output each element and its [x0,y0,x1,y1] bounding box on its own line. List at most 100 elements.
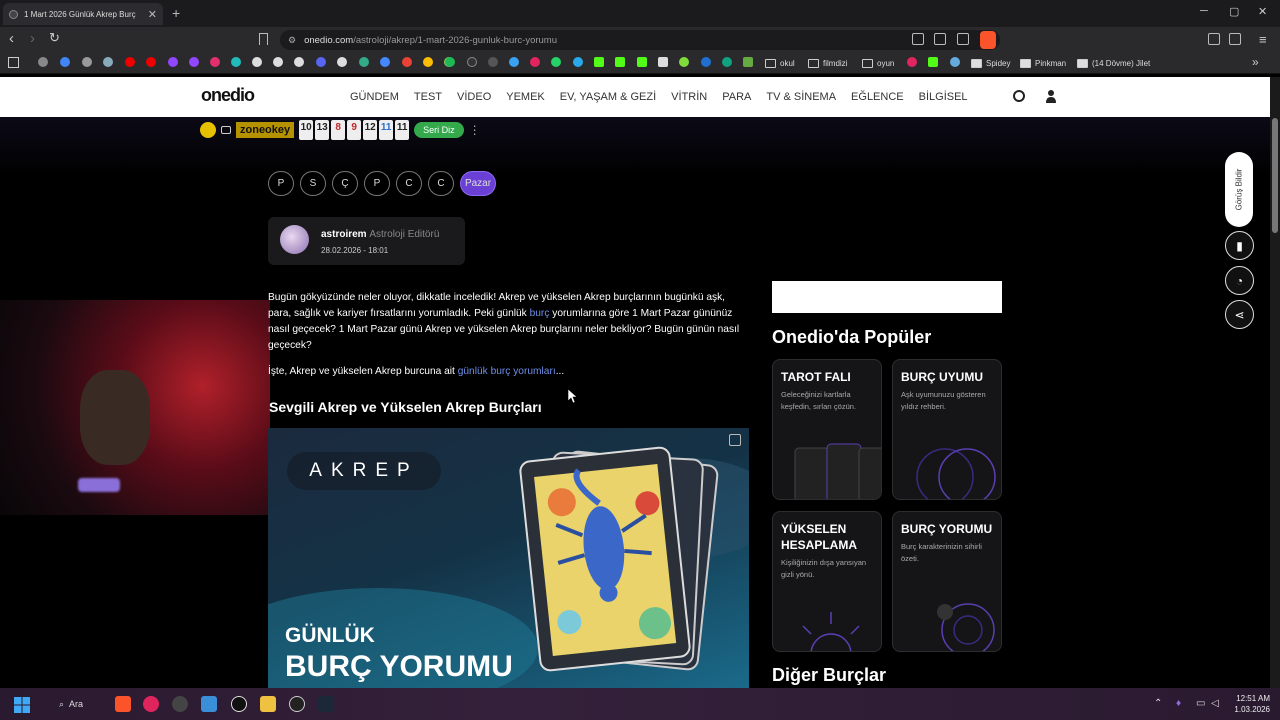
nav-test[interactable]: TEST [414,91,442,103]
tarot-card[interactable]: TAROT FALI Geleceğinizi kartlarla keşfed… [772,359,882,500]
brave-taskbar-icon[interactable] [115,696,131,712]
bookmark-icon[interactable] [701,57,711,67]
volume-icon[interactable]: ◁ [1211,698,1219,709]
reader-icon[interactable] [934,33,946,45]
x-bookmark-icon[interactable] [252,57,262,67]
expand-icon[interactable] [729,434,741,446]
back-icon[interactable]: ‹ [9,30,14,47]
nav-vitrin[interactable]: VİTRİN [671,91,707,103]
bookmark-icon[interactable] [82,57,92,67]
bookmark-jilet[interactable]: (14 Dövme) Jilet [1077,57,1150,69]
site-info-icon[interactable]: ⚙ [288,35,296,46]
scrollbar-thumb[interactable] [1272,118,1278,233]
gemini-bookmark-icon[interactable] [103,57,113,67]
history-bookmark-icon[interactable] [38,57,48,67]
bookmark-folder-okul[interactable]: okul [765,57,795,69]
author-name[interactable]: astroirem Astroloji Editörü [321,229,439,240]
bookmark-page-icon[interactable] [259,33,268,45]
bookmark-folder-oyun[interactable]: oyun [862,57,894,69]
gmail-bookmark-icon[interactable] [402,57,412,67]
taskbar-search[interactable]: ⌕ Ara [53,695,103,713]
whatsapp-bookmark-icon[interactable] [551,57,561,67]
burc-yorumu-card[interactable]: BURÇ YORUMU Burç karakterinizin sihirli … [892,511,1002,652]
youtube-bookmark-icon[interactable] [125,57,135,67]
zone-okey-banner[interactable]: zoneokey 10 13 8 9 12 11 11 Seri Diz ⋮ [200,119,530,141]
day-pill[interactable]: C [428,171,454,196]
apps-grid-icon[interactable] [8,57,19,68]
bookmark-icon[interactable] [658,57,668,67]
nav-yemek[interactable]: YEMEK [506,91,545,103]
nav-eglence[interactable]: EĞLENCE [851,91,904,103]
nav-ev-yasam-gezi[interactable]: EV, YAŞAM & GEZİ [560,91,656,103]
taskbar-clock[interactable]: 12:51 AM 1.03.2026 [1230,693,1270,715]
twitch-bookmark-icon[interactable] [168,57,178,67]
bookmark-icon[interactable] [743,57,753,67]
yukselen-hesaplama-card[interactable]: YÜKSELEN HESAPLAMA Kişiliğinizin dışa ya… [772,511,882,652]
forward-icon[interactable]: › [30,30,35,47]
app-taskbar-icon[interactable] [172,696,188,712]
bookmark-icon[interactable] [337,57,347,67]
kick-bookmark-icon[interactable] [928,57,938,67]
reload-icon[interactable]: ↻ [49,30,60,46]
twitch-bookmark-icon[interactable] [189,57,199,67]
tiktok-bookmark-icon[interactable] [294,57,304,67]
extensions-icon[interactable] [1208,33,1220,45]
gunluk-burc-link[interactable]: günlük burç yorumları [458,366,556,377]
tray-overflow-icon[interactable]: ⌃ [1154,698,1162,709]
nav-video[interactable]: VİDEO [457,91,491,103]
nav-para[interactable]: PARA [722,91,751,103]
bookmark-folder-filmdizi[interactable]: filmdizi [808,57,847,69]
user-icon[interactable] [1046,89,1056,103]
nav-gundem[interactable]: GÜNDEM [350,91,399,103]
day-pill[interactable]: P [268,171,294,196]
bookmark-icon[interactable] [488,57,498,67]
nav-bilgisel[interactable]: BİLGİSEL [919,91,968,103]
cast-icon[interactable] [912,33,924,45]
instagram-bookmark-icon[interactable] [210,57,220,67]
day-pill[interactable]: Ç [332,171,358,196]
nav-tv-sinema[interactable]: TV & SİNEMA [766,91,836,103]
maximize-button[interactable]: ▢ [1229,5,1239,18]
browser-tab[interactable]: 1 Mart 2026 Günlük Akrep Burç ✕ [3,3,163,25]
brave-shields-icon[interactable] [980,31,996,49]
close-window-button[interactable]: ✕ [1258,5,1267,18]
chatgpt-bookmark-icon[interactable] [722,57,732,67]
windows-start-icon[interactable] [14,697,30,713]
discord-bookmark-icon[interactable] [316,57,326,67]
bookmark-icon[interactable] [679,57,689,67]
steam-taskbar-icon[interactable] [318,696,334,712]
bookmark-icon[interactable] [380,57,390,67]
telegram-bookmark-icon[interactable] [573,57,583,67]
more-icon[interactable]: ⋮ [469,124,481,136]
tray-app-icon[interactable]: ♦ [1176,698,1181,709]
sidebar-icon[interactable] [1229,33,1241,45]
bookmark-icon[interactable] [530,57,540,67]
youtube-bookmark-icon[interactable] [146,57,156,67]
avatar[interactable] [280,225,309,254]
url-bar[interactable]: ⚙ onedio.com/astroloji/akrep/1-mart-2026… [280,30,1000,50]
photos-taskbar-icon[interactable] [201,696,217,712]
kick-bookmark-icon[interactable] [615,57,625,67]
burc-link[interactable]: burç [530,308,550,319]
search-icon[interactable] [1013,90,1025,102]
minimize-button[interactable]: ─ [1200,5,1208,17]
media-player-taskbar-icon[interactable] [143,696,159,712]
file-explorer-taskbar-icon[interactable] [260,696,276,712]
google-bookmark-icon[interactable] [60,57,70,67]
comments-icon[interactable]: ◔ [1225,266,1254,295]
feedback-button[interactable]: Görüş Bildir [1225,152,1253,227]
bookmarks-overflow-icon[interactable]: » [1252,55,1259,69]
drive-bookmark-icon[interactable] [423,57,433,67]
new-tab-button[interactable]: + [172,5,180,21]
day-pill[interactable]: P [364,171,390,196]
seri-diz-button[interactable]: Seri Diz [414,122,464,138]
share-icon[interactable] [957,33,969,45]
bookmark-icon[interactable] [950,57,960,67]
bookmark-icon[interactable] [359,57,369,67]
app-taskbar-icon[interactable] [289,696,305,712]
bookmark-spidey[interactable]: Spidey [971,57,1010,69]
tab-close-icon[interactable]: ✕ [148,8,157,21]
display-icon[interactable]: ▭ [1196,698,1205,709]
kick-bookmark-icon[interactable] [594,57,604,67]
share-icon[interactable]: ⋖ [1225,300,1254,329]
